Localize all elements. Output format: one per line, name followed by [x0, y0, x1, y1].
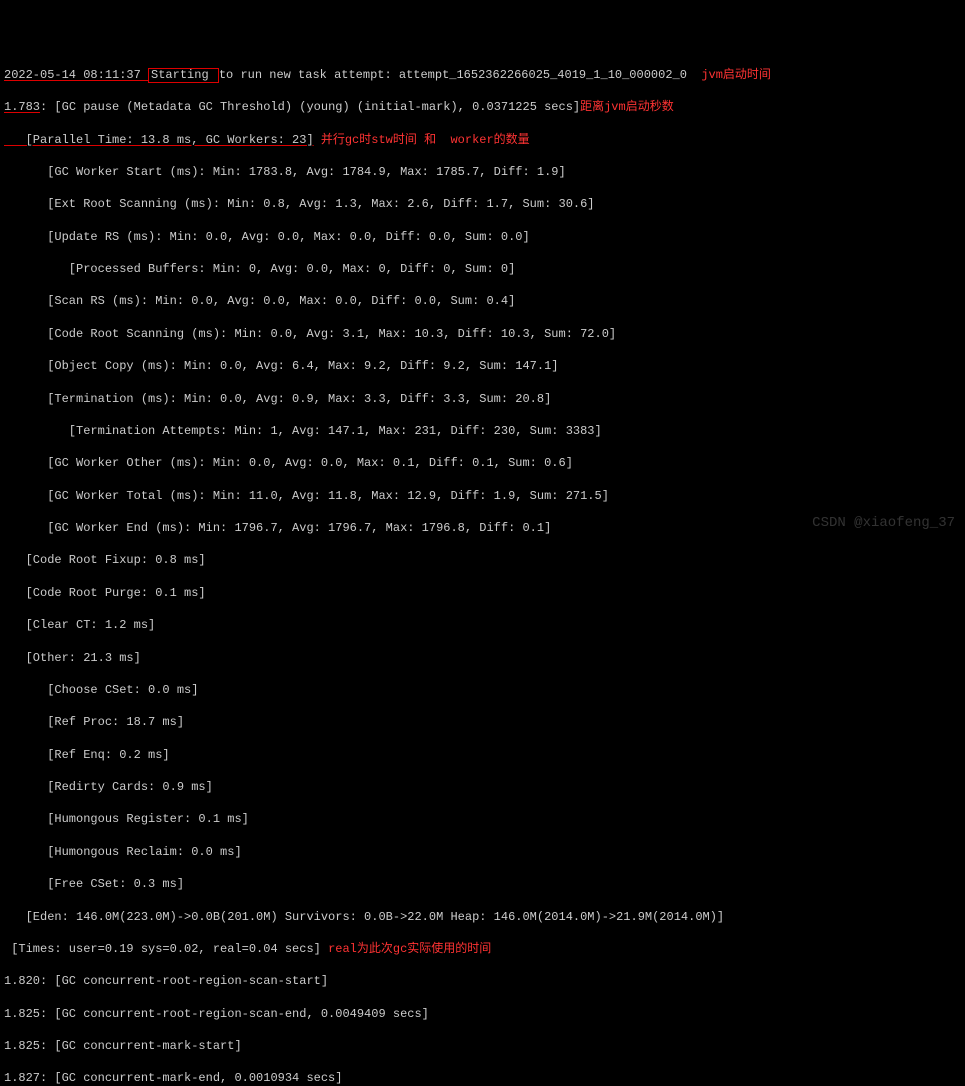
annotation-seconds-since-jvm: 距离jvm启动秒数	[580, 100, 674, 114]
log-line: [Termination Attempts: Min: 1, Avg: 147.…	[4, 423, 961, 439]
log-line: [Code Root Fixup: 0.8 ms]	[4, 552, 961, 568]
timestamp: 2022-05-14 08:11:37	[4, 68, 148, 82]
log-line-times: [Times: user=0.19 sys=0.02, real=0.04 se…	[4, 941, 961, 957]
log-line: [Ref Enq: 0.2 ms]	[4, 747, 961, 763]
log-line: [GC Worker Other (ms): Min: 0.0, Avg: 0.…	[4, 455, 961, 471]
log-line: [GC Worker Total (ms): Min: 11.0, Avg: 1…	[4, 488, 961, 504]
log-line: [Ext Root Scanning (ms): Min: 0.8, Avg: …	[4, 196, 961, 212]
log-line: [GC Worker End (ms): Min: 1796.7, Avg: 1…	[4, 520, 961, 536]
log-line-2: 1.783: [GC pause (Metadata GC Threshold)…	[4, 99, 961, 115]
log-line: [Redirty Cards: 0.9 ms]	[4, 779, 961, 795]
log-line: 1.827: [GC concurrent-mark-end, 0.001093…	[4, 1070, 961, 1086]
annotation-parallel-gc: 并行gc时stw时间 和 worker的数量	[321, 133, 530, 147]
log-line: [Object Copy (ms): Min: 0.0, Avg: 6.4, M…	[4, 358, 961, 374]
log-line: 1.825: [GC concurrent-root-region-scan-e…	[4, 1006, 961, 1022]
times-text: [Times: user=0.19 sys=0.02, real=0.04 se…	[4, 942, 328, 956]
starting-keyword: Starting	[148, 68, 219, 83]
log-line: [Ref Proc: 18.7 ms]	[4, 714, 961, 730]
log-line: [Humongous Register: 0.1 ms]	[4, 811, 961, 827]
log-line: [Other: 21.3 ms]	[4, 650, 961, 666]
annotation-real-time: real为此次gc实际使用的时间	[328, 942, 491, 956]
log-line: [Termination (ms): Min: 0.0, Avg: 0.9, M…	[4, 391, 961, 407]
annotation-jvm-start-time: jvm启动时间	[701, 68, 771, 82]
log-line: [Free CSet: 0.3 ms]	[4, 876, 961, 892]
log-line: [Code Root Scanning (ms): Min: 0.0, Avg:…	[4, 326, 961, 342]
log-line-eden: [Eden: 146.0M(223.0M)->0.0B(201.0M) Surv…	[4, 909, 961, 925]
log-line: 1.825: [GC concurrent-mark-start]	[4, 1038, 961, 1054]
parallel-time-text: [Parallel Time: 13.8 ms, GC Workers: 23]	[4, 133, 314, 147]
log-line: [Scan RS (ms): Min: 0.0, Avg: 0.0, Max: …	[4, 293, 961, 309]
log-text: to run new task attempt: attempt_1652362…	[219, 68, 687, 82]
log-line: [GC Worker Start (ms): Min: 1783.8, Avg:…	[4, 164, 961, 180]
log-line: [Choose CSet: 0.0 ms]	[4, 682, 961, 698]
gc-time-offset: 1.783	[4, 100, 40, 114]
log-line: [Update RS (ms): Min: 0.0, Avg: 0.0, Max…	[4, 229, 961, 245]
log-line-3: [Parallel Time: 13.8 ms, GC Workers: 23]…	[4, 132, 961, 148]
log-line: [Clear CT: 1.2 ms]	[4, 617, 961, 633]
log-line: [Processed Buffers: Min: 0, Avg: 0.0, Ma…	[4, 261, 961, 277]
log-text: : [GC pause (Metadata GC Threshold) (you…	[40, 100, 580, 114]
log-line-1: 2022-05-14 08:11:37 Starting to run new …	[4, 67, 961, 83]
log-line: [Humongous Reclaim: 0.0 ms]	[4, 844, 961, 860]
log-line: [Code Root Purge: 0.1 ms]	[4, 585, 961, 601]
log-line: 1.820: [GC concurrent-root-region-scan-s…	[4, 973, 961, 989]
